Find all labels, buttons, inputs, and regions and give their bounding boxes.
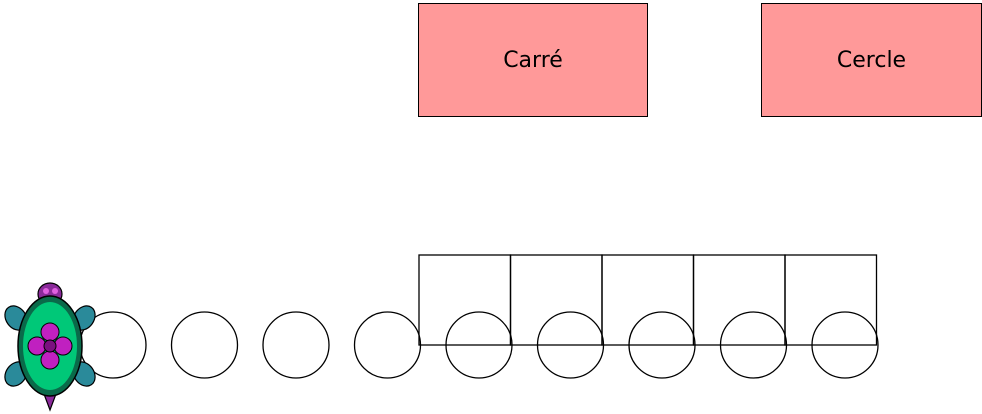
drawn-square [601,254,695,346]
drawn-squares [418,254,878,346]
drawn-square [784,254,878,346]
square-button[interactable]: Carré [418,3,648,117]
drawn-square [509,254,603,346]
turtle-icon [4,282,96,412]
circle-button[interactable]: Cercle [761,3,982,117]
drawn-circle [170,311,239,379]
drawn-square [418,254,512,346]
turtle-stage: Carré Cercle [0,0,982,414]
drawn-circle [262,311,330,379]
drawn-circle [353,311,422,379]
drawn-square [692,254,786,346]
